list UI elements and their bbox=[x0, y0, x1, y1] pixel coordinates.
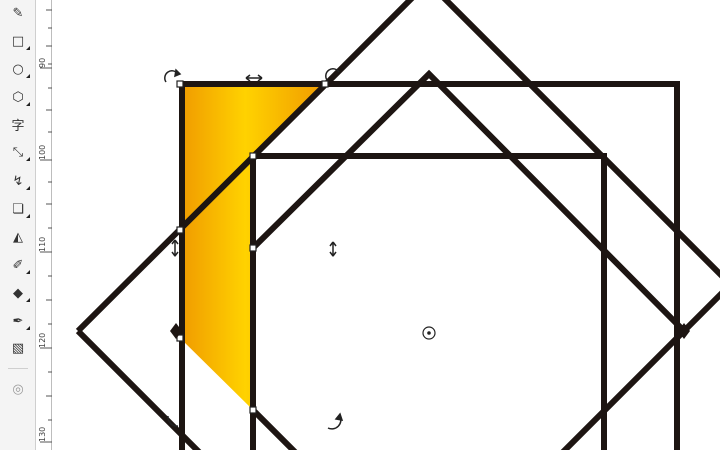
drawing-canvas[interactable] bbox=[52, 0, 720, 450]
ellipse-icon[interactable]: ○ bbox=[6, 58, 30, 80]
outline-pen-icon[interactable]: ✒ bbox=[6, 310, 30, 332]
skew-handle-icon[interactable] bbox=[329, 241, 337, 257]
node-handle[interactable] bbox=[249, 244, 257, 252]
outer-diamond[interactable] bbox=[75, 0, 720, 334]
node-handle[interactable] bbox=[249, 152, 257, 160]
polygon-icon[interactable]: ⬡ bbox=[6, 86, 30, 108]
toolbox-separator bbox=[8, 368, 28, 369]
inner-diamond[interactable] bbox=[250, 69, 687, 334]
rotate-handle-icon[interactable] bbox=[334, 412, 344, 421]
rectangle-icon[interactable]: □ bbox=[6, 30, 30, 52]
node-handle[interactable] bbox=[249, 406, 257, 414]
node-handle[interactable] bbox=[176, 226, 184, 234]
inner-diamond-lower[interactable] bbox=[250, 407, 300, 450]
node-handle[interactable] bbox=[176, 80, 184, 88]
canvas-artwork[interactable] bbox=[52, 0, 720, 450]
outer-diamond-lower[interactable] bbox=[75, 328, 205, 450]
vertical-ruler[interactable]: 90 100 110 120 130 bbox=[36, 0, 52, 450]
eyedropper-icon[interactable]: ✐ bbox=[6, 254, 30, 276]
outer-diamond-right[interactable] bbox=[560, 328, 687, 450]
connector-icon[interactable]: ↯ bbox=[6, 170, 30, 192]
smart-fill-icon[interactable]: ✎ bbox=[6, 2, 30, 24]
node-handle[interactable] bbox=[321, 80, 329, 88]
text-icon[interactable]: 字 bbox=[6, 113, 30, 135]
toolbox-options-icon[interactable]: ◎ bbox=[6, 378, 30, 400]
ruler-ticks bbox=[40, 9, 52, 443]
dimension-icon[interactable]: ⤡ bbox=[6, 141, 30, 163]
toolbox: ✎ □ ○ ⬡ 字 ⤡ ↯ ❏ ◭ ✐ ◆ ✒ ▧ ◎ bbox=[0, 0, 36, 450]
rotation-center-icon[interactable] bbox=[422, 326, 436, 340]
transparency-icon[interactable]: ◭ bbox=[6, 226, 30, 248]
skew-handle-icon[interactable] bbox=[171, 239, 179, 257]
rotate-handle-icon[interactable] bbox=[174, 68, 182, 78]
drop-shadow-icon[interactable]: ❏ bbox=[6, 198, 30, 220]
skew-handle-icon[interactable] bbox=[245, 74, 263, 82]
interactive-fill-icon[interactable]: ▧ bbox=[6, 337, 30, 359]
outer-diamond-right-edge[interactable] bbox=[681, 285, 720, 334]
fill-icon[interactable]: ◆ bbox=[6, 282, 30, 304]
